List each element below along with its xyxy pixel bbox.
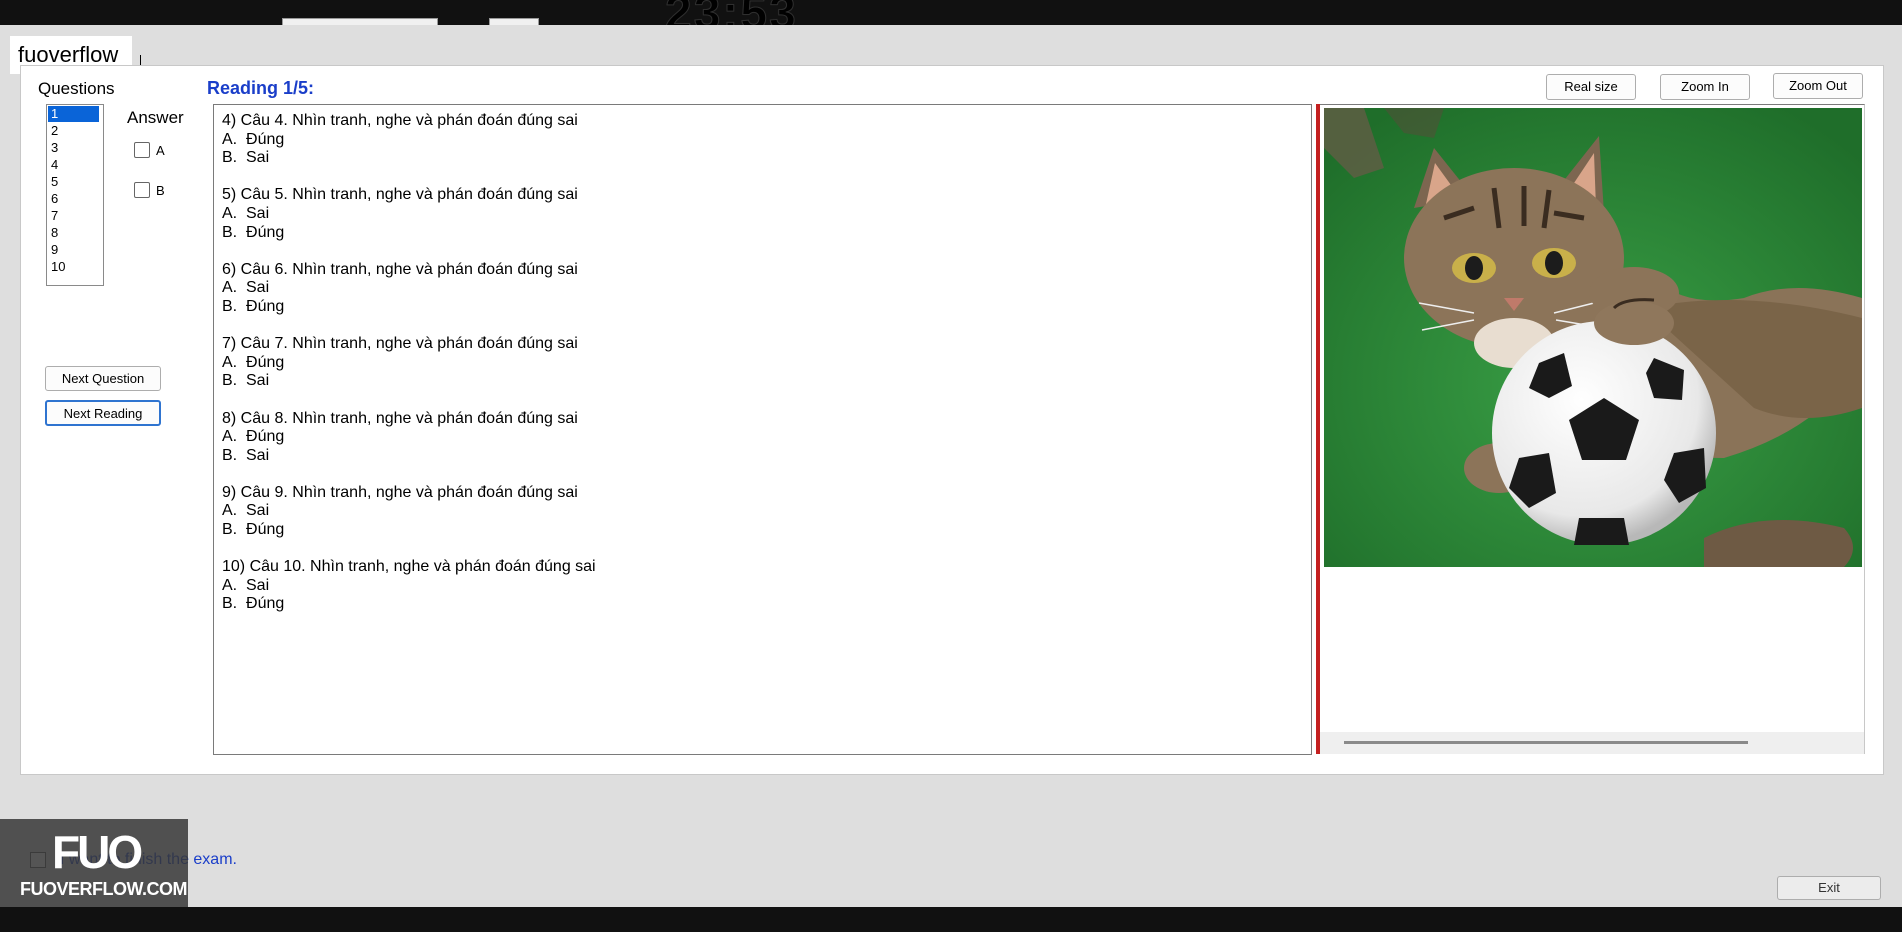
kitten-soccer-image <box>1324 108 1862 567</box>
option-b-text: B. Đúng <box>222 595 285 613</box>
question-block: 4) Câu 4. Nhìn tranh, nghe và phán đoán … <box>222 112 1303 168</box>
question-block: 9) Câu 9. Nhìn tranh, nghe và phán đoán … <box>222 484 1303 540</box>
question-text: 4) Câu 4. Nhìn tranh, nghe và phán đoán … <box>222 112 578 129</box>
top-bar: 23:53 <box>0 0 1902 25</box>
question-item[interactable]: 5 <box>48 174 99 190</box>
question-text: 8) Câu 8. Nhìn tranh, nghe và phán đoán … <box>222 409 578 427</box>
fuoverflow-logo: FUO FUOVERFLOW.COM <box>0 819 188 907</box>
answer-label: Answer <box>127 108 184 127</box>
option-b-text: B. Đúng <box>222 297 285 315</box>
question-item[interactable]: 9 <box>48 242 99 258</box>
question-item[interactable]: 10 <box>48 259 99 275</box>
logo-big-text: FUO <box>52 826 143 878</box>
exit-button[interactable]: Exit <box>1777 876 1881 900</box>
top-dropdown[interactable] <box>282 18 438 25</box>
next-question-button[interactable]: Next Question <box>45 366 161 391</box>
option-a-text: A. Sai <box>222 576 270 594</box>
option-b-text: B. Sai <box>222 372 270 390</box>
image-viewer[interactable] <box>1320 104 1865 754</box>
option-b-text: B. Đúng <box>222 223 285 241</box>
answer-b-label: B <box>156 182 165 198</box>
reading-title: Reading 1/5: <box>207 78 315 98</box>
reading-text-area[interactable]: 4) Câu 4. Nhìn tranh, nghe và phán đoán … <box>213 104 1312 755</box>
option-a-text: A. Sai <box>222 204 270 222</box>
option-a-text: A. Sai <box>222 502 270 520</box>
answer-b-checkbox[interactable] <box>134 182 150 198</box>
question-item[interactable]: 4 <box>48 157 99 173</box>
answer-option-a[interactable]: A <box>134 142 165 158</box>
question-item[interactable]: 3 <box>48 140 99 156</box>
option-b-text: B. Đúng <box>222 521 285 539</box>
question-block: 7) Câu 7. Nhìn tranh, nghe và phán đoán … <box>222 335 1303 391</box>
question-text: 10) Câu 10. Nhìn tranh, nghe và phán đoá… <box>222 558 596 576</box>
top-small-control[interactable] <box>489 18 539 25</box>
question-item[interactable]: 1 <box>48 106 99 122</box>
question-item[interactable]: 6 <box>48 191 99 207</box>
question-text: 5) Câu 5. Nhìn tranh, nghe và phán đoán … <box>222 186 578 204</box>
questions-list[interactable]: 1 2 3 4 5 6 7 8 9 10 <box>46 104 104 286</box>
answer-a-checkbox[interactable] <box>134 142 150 158</box>
question-text: 7) Câu 7. Nhìn tranh, nghe và phán đoán … <box>222 335 578 353</box>
option-b-text: B. Sai <box>222 446 270 464</box>
next-reading-button[interactable]: Next Reading <box>45 400 161 426</box>
option-a-text: A. Đúng <box>222 428 285 446</box>
zoom-in-button[interactable]: Zoom In <box>1660 74 1750 100</box>
question-block: 5) Câu 5. Nhìn tranh, nghe và phán đoán … <box>222 186 1303 242</box>
answer-option-b[interactable]: B <box>134 182 165 198</box>
option-a-text: A. Sai <box>222 279 270 297</box>
question-item[interactable]: 2 <box>48 123 99 139</box>
option-b-text: B. Sai <box>222 149 270 167</box>
question-text: 9) Câu 9. Nhìn tranh, nghe và phán đoán … <box>222 483 578 501</box>
real-size-button[interactable]: Real size <box>1546 74 1636 100</box>
logo-small-text: FUOVERFLOW.COM <box>20 879 188 899</box>
answer-a-label: A <box>156 142 165 158</box>
question-block: 8) Câu 8. Nhìn tranh, nghe và phán đoán … <box>222 410 1303 466</box>
timer: 23:53 <box>665 0 798 25</box>
horizontal-scroll-thumb[interactable] <box>1344 741 1748 744</box>
horizontal-scrollbar[interactable] <box>1320 732 1864 754</box>
question-text: 6) Câu 6. Nhìn tranh, nghe và phán đoán … <box>222 260 578 278</box>
zoom-out-button[interactable]: Zoom Out <box>1773 73 1863 99</box>
question-block: 10) Câu 10. Nhìn tranh, nghe và phán đoá… <box>222 558 1303 614</box>
option-a-text: A. Đúng <box>222 353 285 371</box>
question-item[interactable]: 7 <box>48 208 99 224</box>
questions-label: Questions <box>38 79 115 98</box>
bottom-bar <box>0 907 1902 932</box>
option-a-text: A. Đúng <box>222 130 285 148</box>
question-block: 6) Câu 6. Nhìn tranh, nghe và phán đoán … <box>222 261 1303 317</box>
question-item[interactable]: 8 <box>48 225 99 241</box>
